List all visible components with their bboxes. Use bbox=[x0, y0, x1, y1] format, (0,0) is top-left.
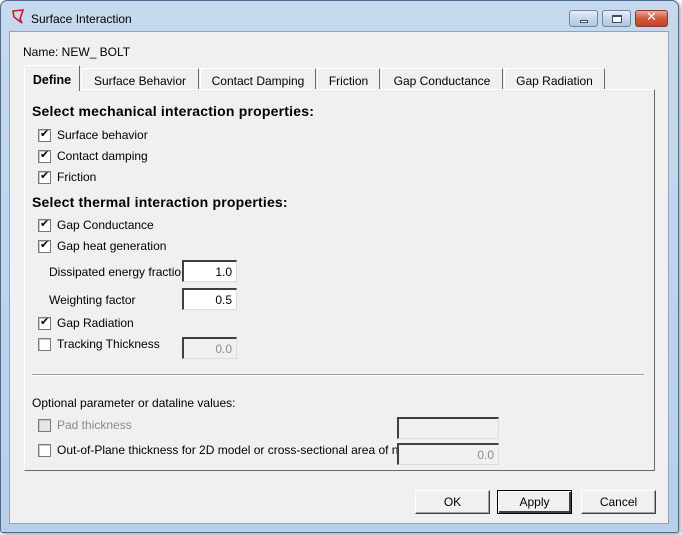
gap-conductance-label: Gap Conductance bbox=[57, 218, 154, 232]
maximize-button[interactable] bbox=[602, 10, 631, 27]
tab-gap-conductance[interactable]: Gap Conductance bbox=[381, 68, 503, 89]
title-bar[interactable]: Surface Interaction ✕ bbox=[1, 1, 678, 33]
gap-heat-generation-label: Gap heat generation bbox=[57, 239, 167, 253]
window-title: Surface Interaction bbox=[31, 12, 132, 26]
tab-friction[interactable]: Friction bbox=[317, 68, 380, 89]
define-tab-panel bbox=[24, 89, 655, 471]
tab-gap-radiation[interactable]: Gap Radiation bbox=[504, 68, 605, 89]
section-divider bbox=[32, 374, 644, 376]
weighting-factor-input[interactable]: 0.5 bbox=[182, 288, 237, 310]
weighting-factor-label: Weighting factor bbox=[49, 293, 136, 307]
contact-damping-checkbox[interactable] bbox=[38, 148, 51, 163]
tracking-thickness-label: Tracking Thickness bbox=[57, 337, 160, 351]
mechanical-heading: Select mechanical interaction properties… bbox=[32, 103, 315, 119]
pad-thickness-checkbox-row: Pad thickness bbox=[38, 418, 132, 432]
apply-button[interactable]: Apply bbox=[497, 490, 572, 514]
tracking-thickness-input: 0.0 bbox=[182, 337, 237, 359]
surface-interaction-app-icon bbox=[12, 9, 25, 24]
dissipated-energy-fraction-input[interactable]: 1.0 bbox=[182, 260, 237, 282]
pad-thickness-checkbox bbox=[38, 418, 51, 432]
pad-thickness-input bbox=[397, 417, 499, 439]
name-label: Name: NEW_ BOLT bbox=[23, 45, 131, 59]
friction-label: Friction bbox=[57, 170, 97, 184]
friction-checkbox[interactable] bbox=[38, 169, 51, 184]
surface-behavior-checkbox-row[interactable]: Surface behavior bbox=[38, 127, 148, 142]
ok-button[interactable]: OK bbox=[415, 490, 490, 514]
gap-conductance-checkbox-row[interactable]: Gap Conductance bbox=[38, 217, 154, 232]
thermal-heading: Select thermal interaction properties: bbox=[32, 194, 288, 210]
friction-checkbox-row[interactable]: Friction bbox=[38, 169, 97, 184]
gap-radiation-label: Gap Radiation bbox=[57, 316, 134, 330]
close-icon: ✕ bbox=[646, 10, 657, 25]
out-of-plane-label: Out-of-Plane thickness for 2D model or c… bbox=[57, 443, 425, 457]
out-of-plane-checkbox-row[interactable]: Out-of-Plane thickness for 2D model or c… bbox=[38, 443, 425, 457]
gap-heat-generation-checkbox-row[interactable]: Gap heat generation bbox=[38, 238, 167, 253]
tab-contact-damping[interactable]: Contact Damping bbox=[200, 68, 316, 89]
pad-thickness-label: Pad thickness bbox=[57, 418, 132, 432]
surface-behavior-checkbox[interactable] bbox=[38, 127, 51, 142]
surface-behavior-label: Surface behavior bbox=[57, 128, 148, 142]
dissipated-energy-fraction-label: Dissipated energy fraction bbox=[49, 265, 188, 279]
tab-define[interactable]: Define bbox=[24, 65, 80, 91]
tracking-thickness-checkbox-row[interactable]: Tracking Thickness bbox=[38, 337, 160, 351]
cancel-button[interactable]: Cancel bbox=[581, 490, 656, 514]
tracking-thickness-checkbox[interactable] bbox=[38, 337, 51, 351]
out-of-plane-checkbox[interactable] bbox=[38, 443, 51, 457]
gap-radiation-checkbox-row[interactable]: Gap Radiation bbox=[38, 315, 134, 330]
surface-interaction-dialog: Surface Interaction ✕ Name: NEW_ BOLT De… bbox=[0, 0, 679, 533]
tab-surface-behavior[interactable]: Surface Behavior bbox=[81, 68, 199, 89]
dialog-client-area: Name: NEW_ BOLT Define Surface Behavior … bbox=[9, 31, 669, 524]
gap-radiation-checkbox[interactable] bbox=[38, 315, 51, 330]
out-of-plane-input: 0.0 bbox=[397, 443, 499, 465]
gap-conductance-checkbox[interactable] bbox=[38, 217, 51, 232]
close-button[interactable]: ✕ bbox=[635, 10, 668, 27]
optional-heading: Optional parameter or dataline values: bbox=[32, 396, 236, 410]
contact-damping-checkbox-row[interactable]: Contact damping bbox=[38, 148, 148, 163]
minimize-button[interactable] bbox=[569, 10, 598, 27]
contact-damping-label: Contact damping bbox=[57, 149, 148, 163]
gap-heat-generation-checkbox[interactable] bbox=[38, 238, 51, 253]
